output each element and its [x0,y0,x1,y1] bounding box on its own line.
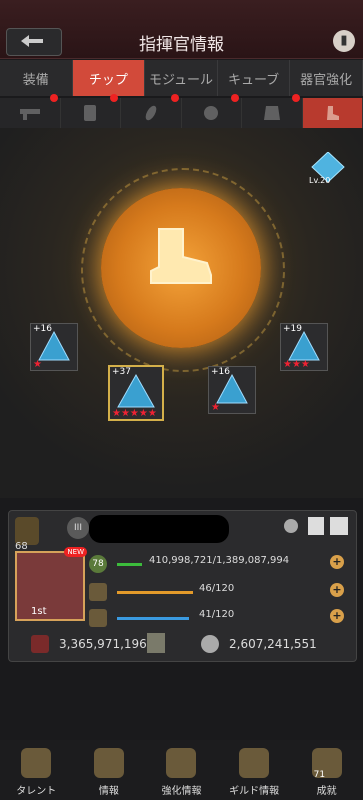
chip-slot-top[interactable]: Lv.20 [304,146,345,185]
avatar[interactable]: NEW 1st [15,547,87,621]
slot-bullet[interactable] [121,94,182,128]
power-icon [31,635,49,653]
commander-info-panel: 68 III NEW 1st 78 410,998,721/1,389,087,… [8,510,357,662]
nav-info[interactable]: 情報 [73,740,146,800]
add-stamina-button[interactable]: + [330,583,344,597]
slot-boots[interactable] [302,98,363,128]
nav-label: タレント [16,786,57,797]
chip-board: Lv.20 +16 ★ +19 ★★★ +37 ★★★★★ +16 ★ [0,128,363,498]
triangle-chip-icon [38,330,70,361]
page-title: 指揮官情報 [139,35,224,55]
tab-module[interactable]: モジュール [145,60,218,96]
vip-badge: 78 [89,555,107,573]
chip-slot-center-right[interactable]: +16 ★ [208,366,256,414]
info-icon [93,748,124,778]
tab-cube[interactable]: キューブ [218,60,291,96]
chip-stars: ★ [211,402,220,413]
document-icon[interactable] [308,517,324,535]
main-tabs: 装備 チップ モジュール キューブ 器官強化 [0,60,363,96]
armor-plate-icon [84,105,97,121]
edit-icon[interactable] [330,517,348,535]
chip-level: Lv.20 [309,176,331,185]
slot-mask[interactable] [182,94,242,128]
new-badge: NEW [64,547,87,557]
boot-center-icon [150,228,212,284]
skull-icon [201,635,219,653]
rank-1st: 1st [31,606,47,617]
tab-equipment[interactable]: 装備 [0,60,73,96]
gun-icon [19,109,40,120]
chip-slot-center-left[interactable]: +37 ★★★★★ [108,365,164,421]
rank-badge-icon: III [67,517,89,539]
chip-slot-left[interactable]: +16 ★ [30,323,78,371]
slot-vest[interactable] [242,94,303,128]
achievement-icon: 71 [311,748,342,780]
nav-talent[interactable]: タレント [0,740,73,800]
power-detail-icon[interactable] [147,633,165,653]
nav-label: ギルド情報 [229,786,280,797]
name-redacted [89,515,229,543]
nav-label: 情報 [98,786,119,797]
kills-value: 2,607,241,551 [229,637,317,651]
hammer-icon [166,748,197,778]
energy-bar [117,617,189,620]
bullet-icon [145,105,157,121]
triangle-chip-icon [216,373,248,404]
triangle-chip-icon [117,373,155,408]
gas-mask-icon [204,106,219,120]
nav-label: 強化情報 [161,786,202,797]
triangle-chip-icon [288,330,320,361]
stamina-icon [89,583,107,601]
power-value: 3,365,971,196 [59,637,147,651]
tab-chip[interactable]: チップ [72,60,146,96]
add-energy-button[interactable]: + [330,609,344,623]
boot-icon [327,106,340,120]
chip-stars: ★ [33,359,42,370]
tab-organ-enhance[interactable]: 器官強化 [290,60,363,96]
add-exp-button[interactable]: + [330,555,344,569]
chip-stars: ★★★ [283,359,310,370]
stamina-value: 46/120 [199,583,235,594]
chip-stars: ★★★★★ [112,408,157,419]
chip-slot-right[interactable]: +19 ★★★ [280,323,328,371]
exp-bar [117,563,142,566]
nav-achievement[interactable]: 71 成就 [290,740,363,800]
energy-icon [89,609,107,627]
energy-value: 41/120 [199,609,235,620]
equipment-slot-tabs [0,94,363,128]
vest-icon [263,106,280,120]
nav-enhance-info[interactable]: 強化情報 [145,740,218,800]
bottom-nav: タレント 情報 強化情報 ギルド情報 71 成就 [0,740,363,800]
nav-label: 成就 [316,786,337,797]
exp-value: 410,998,721/1,389,087,994 [149,555,290,566]
achievement-count: 71 [313,770,326,780]
header-bar: 指揮官情報 ▮ [0,0,363,59]
slot-gun[interactable] [0,94,61,128]
nav-guild-info[interactable]: ギルド情報 [218,740,291,800]
profile-settings-icon[interactable] [284,519,298,533]
guild-icon [239,748,270,778]
talent-icon [21,748,52,778]
stats-icon[interactable]: ▮ [333,30,355,52]
slot-armor[interactable] [61,94,121,128]
stamina-bar [117,591,193,594]
